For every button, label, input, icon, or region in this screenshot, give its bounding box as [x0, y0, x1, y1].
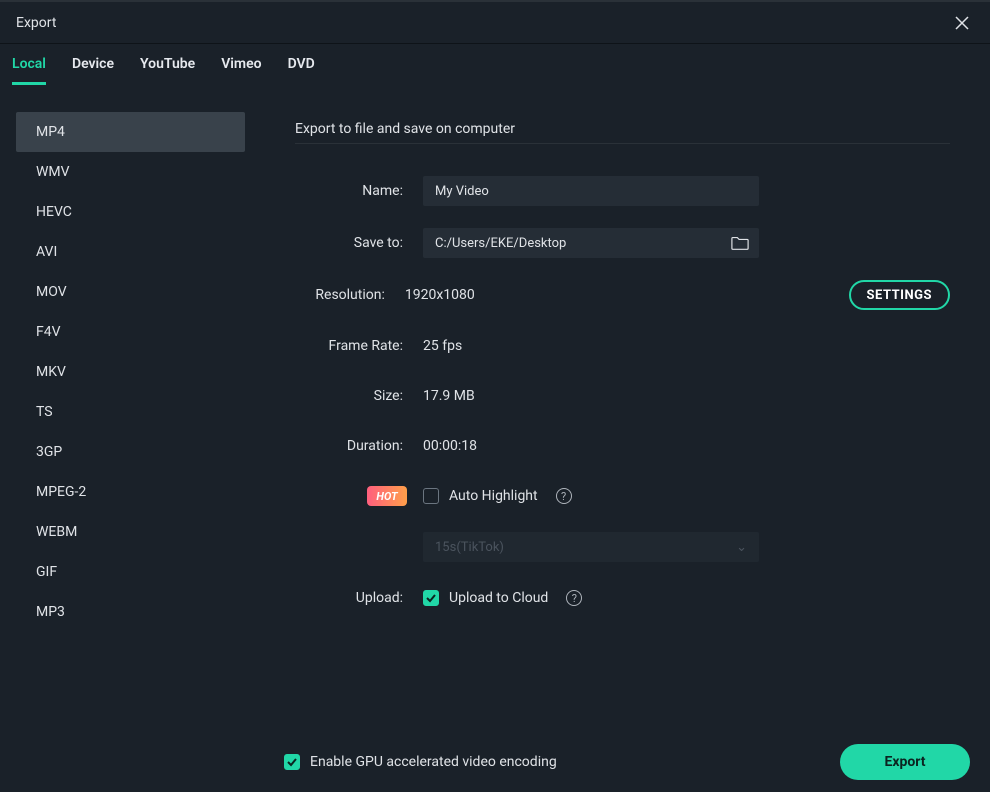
format-mkv[interactable]: MKV [16, 352, 245, 392]
content-area: MP4 WMV HEVC AVI MOV F4V MKV TS 3GP MPEG… [0, 86, 990, 732]
row-duration: Duration: 00:00:18 [295, 432, 950, 460]
label-size: Size: [295, 388, 403, 404]
size-value: 17.9 MB [423, 388, 475, 404]
framerate-value: 25 fps [423, 338, 462, 354]
help-icon-autohighlight[interactable]: ? [556, 488, 572, 504]
row-resolution: Resolution: 1920x1080 SETTINGS [295, 280, 950, 310]
name-input[interactable] [423, 176, 759, 206]
row-framerate: Frame Rate: 25 fps [295, 332, 950, 360]
format-webm[interactable]: WEBM [16, 512, 245, 552]
chevron-down-icon: ⌄ [736, 540, 747, 555]
footer: Enable GPU accelerated video encoding Ex… [0, 732, 990, 792]
folder-icon[interactable] [731, 235, 749, 251]
format-f4v[interactable]: F4V [16, 312, 245, 352]
tab-youtube[interactable]: YouTube [140, 46, 195, 85]
row-saveto: Save to: [295, 228, 950, 258]
close-button[interactable] [950, 11, 974, 35]
label-duration: Duration: [295, 438, 403, 454]
preset-select-value: 15s(TikTok) [435, 540, 504, 555]
format-3gp[interactable]: 3GP [16, 432, 245, 472]
row-upload: Upload: Upload to Cloud ? [295, 584, 950, 612]
tab-device[interactable]: Device [72, 46, 114, 85]
saveto-input[interactable] [435, 236, 731, 251]
row-autohighlight: HOT Auto Highlight ? [295, 482, 950, 510]
row-preset: 15s(TikTok) ⌄ [295, 532, 950, 562]
format-mp4[interactable]: MP4 [16, 112, 245, 152]
row-name: Name: [295, 176, 950, 206]
panel-subtitle-text: Export to file and save on computer [295, 121, 535, 137]
help-icon-upload[interactable]: ? [566, 590, 582, 606]
label-saveto: Save to: [295, 235, 403, 251]
format-mp3[interactable]: MP3 [16, 592, 245, 632]
settings-panel: Export to file and save on computer Name… [245, 86, 990, 732]
format-sidebar: MP4 WMV HEVC AVI MOV F4V MKV TS 3GP MPEG… [0, 86, 245, 732]
gpu-checkbox[interactable] [284, 754, 300, 770]
gpu-label: Enable GPU accelerated video encoding [310, 754, 557, 770]
autohighlight-checkbox[interactable] [423, 488, 439, 504]
autohighlight-label: Auto Highlight [449, 488, 538, 504]
preset-select: 15s(TikTok) ⌄ [423, 532, 759, 562]
format-gif[interactable]: GIF [16, 552, 245, 592]
row-size: Size: 17.9 MB [295, 382, 950, 410]
format-hevc[interactable]: HEVC [16, 192, 245, 232]
tab-dvd[interactable]: DVD [288, 46, 315, 85]
hot-badge: HOT [367, 486, 407, 506]
uploadcloud-checkbox[interactable] [423, 590, 439, 606]
export-button[interactable]: Export [840, 744, 970, 780]
titlebar: Export [0, 0, 990, 44]
format-ts[interactable]: TS [16, 392, 245, 432]
label-framerate: Frame Rate: [295, 338, 403, 354]
format-mpeg2[interactable]: MPEG-2 [16, 472, 245, 512]
resolution-value: 1920x1080 [405, 287, 475, 303]
settings-button[interactable]: SETTINGS [849, 280, 951, 310]
label-upload: Upload: [295, 590, 403, 606]
format-avi[interactable]: AVI [16, 232, 245, 272]
tab-vimeo[interactable]: Vimeo [221, 46, 261, 85]
close-icon [955, 16, 969, 30]
format-wmv[interactable]: WMV [16, 152, 245, 192]
label-resolution: Resolution: [295, 287, 385, 303]
window-title: Export [16, 15, 56, 31]
export-tabs: Local Device YouTube Vimeo DVD [0, 44, 990, 86]
format-mov[interactable]: MOV [16, 272, 245, 312]
saveto-field [423, 228, 759, 258]
uploadcloud-label: Upload to Cloud [449, 590, 548, 606]
tab-local[interactable]: Local [12, 46, 46, 85]
duration-value: 00:00:18 [423, 438, 477, 454]
panel-subtitle: Export to file and save on computer [295, 121, 950, 144]
label-name: Name: [295, 183, 403, 199]
